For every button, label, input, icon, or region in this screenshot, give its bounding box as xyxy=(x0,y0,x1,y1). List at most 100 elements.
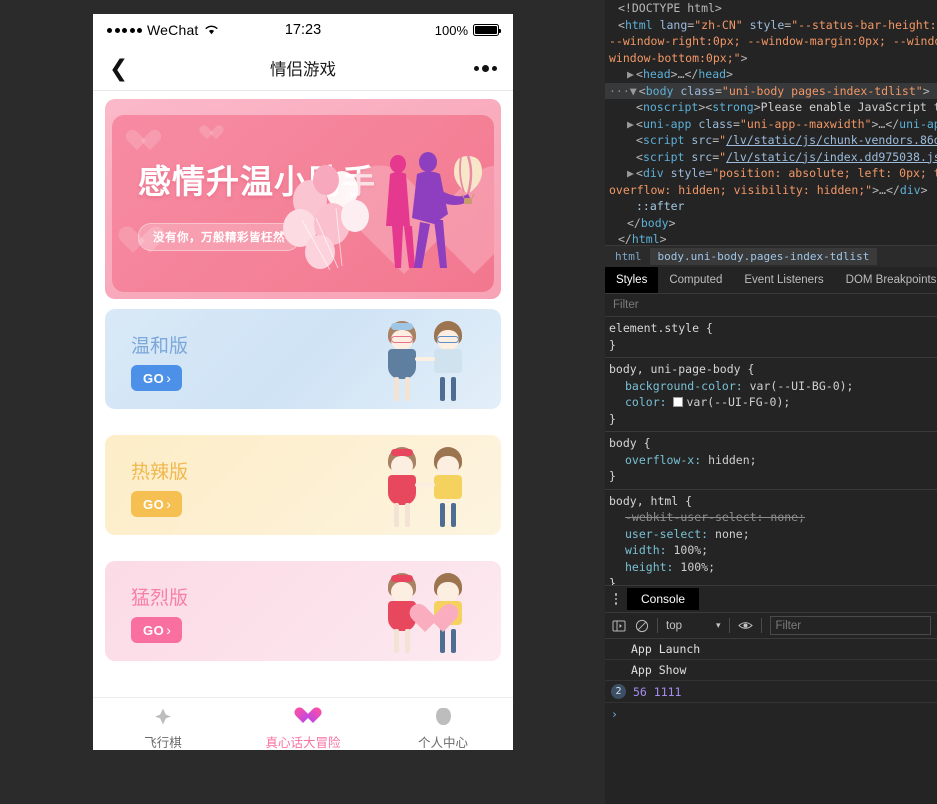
couple-holding-hands-blue-illustration xyxy=(379,317,471,401)
more-vertical-icon[interactable] xyxy=(609,593,623,605)
css-declaration[interactable]: overflow-x: hidden; xyxy=(609,452,937,469)
css-selector: body { xyxy=(609,435,937,452)
dom-node-line[interactable]: <html lang="zh-CN" style="--status-bar-h… xyxy=(605,17,937,34)
mode-card-mild[interactable]: 温和版 GO › xyxy=(105,309,501,409)
styles-filter-placeholder: Filter xyxy=(613,299,639,311)
console-prompt[interactable]: › xyxy=(605,703,937,725)
styles-rules-list[interactable]: element.style {}body, uni-page-body {bac… xyxy=(605,317,937,585)
devtools-panel: <!DOCTYPE html><html lang="zh-CN" style=… xyxy=(605,0,937,804)
css-selector: body, uni-page-body { xyxy=(609,361,937,378)
breadcrumb-item-0[interactable]: html xyxy=(607,248,650,265)
mode-card-fierce[interactable]: 猛烈版 GO › xyxy=(105,561,501,661)
tab-console[interactable]: Console xyxy=(627,588,699,610)
color-swatch-icon[interactable] xyxy=(673,397,683,407)
dom-node-line[interactable]: ▶<div style="position: absolute; left: 0… xyxy=(605,165,937,182)
css-rule-close: } xyxy=(609,575,937,585)
phone-nav-bar: ❮ 情侣游戏 xyxy=(93,46,513,91)
status-bar-left: WeChat xyxy=(107,22,218,38)
wifi-icon xyxy=(205,22,218,38)
promo-banner[interactable]: 感情升温小助手 没有你，万般精彩皆枉然 xyxy=(105,99,501,299)
more-dots-icon[interactable] xyxy=(474,65,497,72)
status-bar-right: 100% xyxy=(435,23,499,38)
styles-pane-tabs[interactable]: StylesComputedEvent ListenersDOM Breakpo… xyxy=(605,267,937,294)
css-rule[interactable]: body, html {-webkit-user-select: none;us… xyxy=(605,490,937,586)
tab-styles[interactable]: Styles xyxy=(605,267,658,293)
breadcrumb[interactable]: htmlbody.uni-body.pages-index-tdlist xyxy=(605,245,937,267)
tab-label: 飞行棋 xyxy=(93,732,233,751)
css-rule-close: } xyxy=(609,468,937,485)
tab-computed[interactable]: Computed xyxy=(658,267,733,293)
tab-aeroplane-chess[interactable]: 飞行棋 xyxy=(93,706,233,751)
chevron-right-icon: › xyxy=(166,622,171,638)
dom-node-line[interactable]: ▶<uni-app class="uni-app--maxwidth">…</u… xyxy=(605,116,937,133)
dom-node-line[interactable]: </html> xyxy=(605,231,937,245)
console-sidebar-icon[interactable] xyxy=(611,618,626,633)
dom-node-line[interactable]: <script src="/lv/static/js/index.dd97503… xyxy=(605,149,937,166)
css-declaration[interactable]: color: var(--UI-FG-0); xyxy=(609,394,937,411)
couple-holding-hands-yellow-illustration xyxy=(379,443,471,527)
go-button[interactable]: GO › xyxy=(131,617,182,643)
chevron-right-icon: › xyxy=(166,496,171,512)
couple-holding-heart-illustration xyxy=(379,569,471,653)
clear-console-icon[interactable] xyxy=(634,618,649,633)
signal-dots-icon xyxy=(107,28,142,33)
bottom-tab-bar: 飞行棋 真心话大冒险 个人中心 xyxy=(93,697,513,750)
tab-label: 个人中心 xyxy=(373,732,513,751)
console-context-label: top xyxy=(666,620,682,632)
css-declaration[interactable]: background-color: var(--UI-BG-0); xyxy=(609,378,937,395)
go-button[interactable]: GO › xyxy=(131,365,182,391)
dom-node-line[interactable]: <!DOCTYPE html> xyxy=(605,0,937,17)
tab-truth-or-dare[interactable]: 真心话大冒险 xyxy=(233,706,373,751)
tab-dom-breakpoints[interactable]: DOM Breakpoints xyxy=(835,267,937,293)
console-message-text: 56 1111 xyxy=(633,685,681,699)
console-message: 256 1111 xyxy=(605,681,937,703)
dom-node-line[interactable]: <script src="/lv/static/js/chunk-vendors… xyxy=(605,132,937,149)
chevron-left-icon[interactable]: ❮ xyxy=(109,57,128,80)
mode-card-title: 猛烈版 xyxy=(131,583,188,610)
mode-card-hot[interactable]: 热辣版 GO › xyxy=(105,435,501,535)
css-rule[interactable]: body, uni-page-body {background-color: v… xyxy=(605,358,937,432)
dom-node-line[interactable]: <noscript><strong>Please enable JavaScri… xyxy=(605,99,937,116)
console-filter-placeholder: Filter xyxy=(776,620,802,632)
dom-node-line[interactable]: window-bottom:0px;"> xyxy=(605,50,937,67)
tab-personal-center[interactable]: 个人中心 xyxy=(373,706,513,751)
card-heart-icon xyxy=(409,605,443,635)
go-button-label: GO xyxy=(143,623,164,638)
dom-node-line[interactable]: ···▼<body class="uni-body pages-index-td… xyxy=(605,83,937,100)
chevron-down-icon: ▾ xyxy=(716,620,721,631)
dom-node-line[interactable]: ::after xyxy=(605,198,937,215)
dom-node-line[interactable]: --window-right:0px; --window-margin:0px;… xyxy=(605,33,937,50)
mode-card-title: 温和版 xyxy=(131,331,188,358)
dom-node-line[interactable]: </body> xyxy=(605,215,937,232)
css-declaration[interactable]: height: 100%; xyxy=(609,559,937,576)
css-selector: element.style { xyxy=(609,320,937,337)
battery-full-icon xyxy=(473,24,499,36)
breadcrumb-item-1[interactable]: body.uni-body.pages-index-tdlist xyxy=(650,248,878,265)
console-drawer-header: Console xyxy=(605,585,937,612)
css-declaration[interactable]: -webkit-user-select: none; xyxy=(609,509,937,526)
go-button-label: GO xyxy=(143,497,164,512)
console-filter-input[interactable]: Filter xyxy=(770,616,931,635)
page-title: 情侣游戏 xyxy=(93,56,513,80)
person-blob-icon xyxy=(373,706,513,728)
elements-tree[interactable]: <!DOCTYPE html><html lang="zh-CN" style=… xyxy=(605,0,937,245)
go-button[interactable]: GO › xyxy=(131,491,182,517)
css-rule-close: } xyxy=(609,411,937,428)
tab-event-listeners[interactable]: Event Listeners xyxy=(733,267,834,293)
dom-node-line[interactable]: overflow: hidden; visibility: hidden;">…… xyxy=(605,182,937,199)
css-declaration[interactable]: width: 100%; xyxy=(609,542,937,559)
css-rule[interactable]: element.style {} xyxy=(605,317,937,358)
css-rule[interactable]: body {overflow-x: hidden;} xyxy=(605,432,937,490)
console-context-select[interactable]: top ▾ xyxy=(666,620,721,632)
dom-node-line[interactable]: ▶<head>…</head> xyxy=(605,66,937,83)
decor-heart-icon xyxy=(199,126,215,140)
css-declaration[interactable]: user-select: none; xyxy=(609,526,937,543)
tab-label: 真心话大冒险 xyxy=(233,732,373,751)
promo-banner-inner: 感情升温小助手 没有你，万般精彩皆枉然 xyxy=(112,115,494,292)
styles-filter-input[interactable]: Filter xyxy=(605,294,937,317)
css-selector: body, html { xyxy=(609,493,937,510)
css-rule-close: } xyxy=(609,337,937,354)
live-expression-eye-icon[interactable] xyxy=(738,618,753,633)
go-button-label: GO xyxy=(143,371,164,386)
console-message: App Show xyxy=(605,660,937,681)
